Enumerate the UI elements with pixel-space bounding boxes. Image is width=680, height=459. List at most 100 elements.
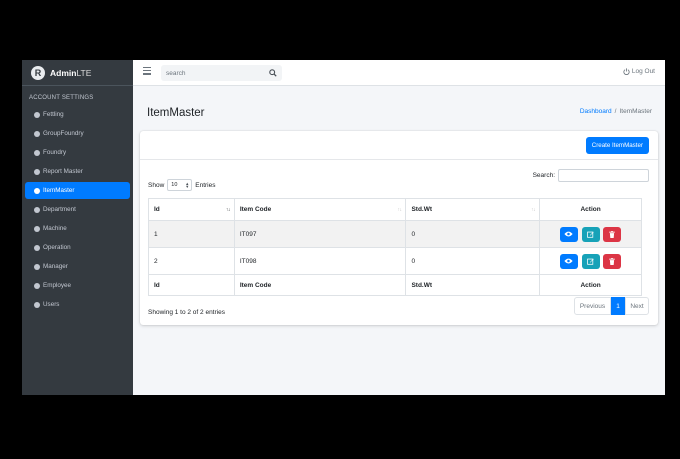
logout-label: Log Out	[631, 68, 655, 75]
cell-item-code: IT098	[233, 247, 407, 275]
sidebar-item-label: Department	[43, 206, 76, 213]
circle-icon	[34, 168, 40, 175]
nav-header: ACCOUNT SETTINGS	[29, 95, 94, 101]
column-header-std-wt[interactable]: Std.Wt ↑↓	[405, 198, 541, 221]
show-label: Show	[148, 181, 165, 189]
sidebar-item-label: Manager	[43, 263, 68, 270]
edit-button[interactable]	[581, 253, 600, 269]
itemmaster-card: Create ItemMaster Search: Show 10 ▲ ▼ Ent…	[140, 131, 658, 325]
view-button[interactable]	[559, 253, 578, 269]
cell-item-code: IT097	[233, 220, 407, 248]
pagination-next[interactable]: Next	[625, 297, 649, 315]
breadcrumb: Dashboard / ItemMaster	[580, 108, 652, 115]
column-header-label: Std.Wt	[411, 206, 433, 213]
edit-icon	[587, 231, 594, 238]
column-header-id[interactable]: Id ↑↓	[148, 198, 235, 221]
sidebar-item-label: ItemMaster	[43, 187, 75, 194]
column-header-label: Id	[154, 206, 160, 213]
power-icon	[623, 68, 630, 75]
edit-button[interactable]	[581, 226, 600, 242]
table-search-label: Search:	[532, 172, 555, 179]
sidebar-item-report-master[interactable]: Report Master	[25, 163, 130, 180]
edit-icon	[587, 258, 594, 265]
sidebar-item-operation[interactable]: Operation	[25, 239, 130, 256]
pagination: Previous 1 Next	[574, 297, 649, 315]
circle-icon	[34, 149, 40, 156]
sidebar-item-employee[interactable]: Employee	[25, 277, 130, 294]
sidebar: R AdminLTE ACCOUNT SETTINGS Fettling Gro…	[22, 60, 133, 395]
sort-icon: ↑↓	[531, 206, 536, 213]
sidebar-item-label: Fettling	[43, 111, 64, 118]
sort-icon: ↑↓	[397, 206, 402, 213]
footer-header-action: Action	[539, 274, 642, 296]
page-title: ItemMaster	[147, 107, 205, 119]
search-icon[interactable]	[265, 65, 281, 81]
sidebar-item-foundry[interactable]: Foundry	[25, 144, 130, 161]
circle-icon	[34, 263, 40, 270]
cell-std-wt: 0	[405, 220, 541, 248]
circle-icon	[34, 282, 40, 289]
menu-toggle-icon[interactable]	[143, 67, 151, 75]
table-row: 1 IT097 0	[148, 220, 642, 248]
table-row: 2 IT098 0	[148, 247, 642, 275]
sidebar-item-itemmaster[interactable]: ItemMaster	[25, 182, 130, 199]
pagination-page-1[interactable]: 1	[611, 297, 625, 315]
column-header-item-code[interactable]: Item Code ↑↓	[233, 198, 407, 221]
brand-text-bold: Admin	[50, 67, 77, 78]
entries-label: Entries	[195, 181, 216, 189]
footer-header-item-code: Item Code	[233, 274, 407, 296]
entries-select[interactable]: 10 ▲ ▼	[167, 179, 193, 191]
navbar-search	[161, 65, 282, 81]
delete-button[interactable]	[603, 253, 622, 269]
sidebar-item-fettling[interactable]: Fettling	[25, 106, 130, 123]
logout-link[interactable]: Log Out	[623, 68, 655, 75]
table-header-row: Id ↑↓ Item Code ↑↓ Std.Wt ↑↓ Action	[148, 198, 642, 221]
pagination-previous[interactable]: Previous	[574, 297, 611, 315]
circle-icon	[34, 187, 40, 194]
table-info: Showing 1 to 2 of 2 entries	[148, 309, 225, 316]
eye-icon	[564, 258, 573, 264]
cell-id: 1	[148, 220, 235, 248]
sidebar-item-label: Foundry	[43, 149, 67, 156]
brand-link[interactable]: R AdminLTE	[22, 60, 133, 86]
brand-text-light: LTE	[76, 67, 92, 78]
sidebar-item-label: Machine	[43, 225, 67, 232]
breadcrumb-current: ItemMaster	[619, 108, 652, 115]
content-wrapper: ItemMaster Dashboard / ItemMaster Create…	[133, 86, 665, 395]
breadcrumb-separator: /	[614, 108, 617, 115]
top-navbar: Log Out	[133, 60, 665, 86]
column-header-action: Action	[539, 198, 642, 221]
create-itemmaster-button[interactable]: Create ItemMaster	[585, 137, 649, 154]
table-search: Search:	[533, 169, 649, 182]
circle-icon	[34, 244, 40, 251]
circle-icon	[34, 206, 40, 213]
table-search-input[interactable]	[558, 169, 649, 182]
delete-button[interactable]	[603, 226, 622, 242]
cell-std-wt: 0	[405, 247, 541, 275]
sidebar-item-manager[interactable]: Manager	[25, 258, 130, 275]
entries-value: 10	[171, 182, 178, 188]
breadcrumb-home-link[interactable]: Dashboard	[580, 108, 612, 115]
app-window: R AdminLTE ACCOUNT SETTINGS Fettling Gro…	[22, 60, 665, 395]
search-input[interactable]	[161, 65, 265, 81]
sidebar-item-label: Operation	[43, 244, 71, 251]
trash-icon	[609, 230, 616, 238]
circle-icon	[34, 130, 40, 137]
cell-id: 2	[148, 247, 235, 275]
sidebar-item-department[interactable]: Department	[25, 201, 130, 218]
footer-header-std-wt: Std.Wt	[405, 274, 541, 296]
itemmaster-table: Id ↑↓ Item Code ↑↓ Std.Wt ↑↓ Action 1 IT097…	[148, 198, 642, 296]
entries-length: Show 10 ▲ ▼ Entries	[148, 179, 216, 191]
view-button[interactable]	[559, 226, 578, 242]
circle-icon	[34, 301, 40, 308]
sidebar-item-groupfoundry[interactable]: GroupFoundry	[25, 125, 130, 142]
table-footer-row: Id Item Code Std.Wt Action	[148, 274, 642, 296]
circle-icon	[34, 225, 40, 232]
sidebar-item-machine[interactable]: Machine	[25, 220, 130, 237]
sidebar-item-label: Employee	[43, 282, 72, 289]
brand-logo: R	[31, 65, 45, 80]
circle-icon	[34, 111, 40, 118]
sidebar-item-users[interactable]: Users	[25, 296, 130, 313]
cell-actions	[539, 247, 642, 275]
select-arrows-icon: ▲ ▼	[185, 181, 190, 189]
